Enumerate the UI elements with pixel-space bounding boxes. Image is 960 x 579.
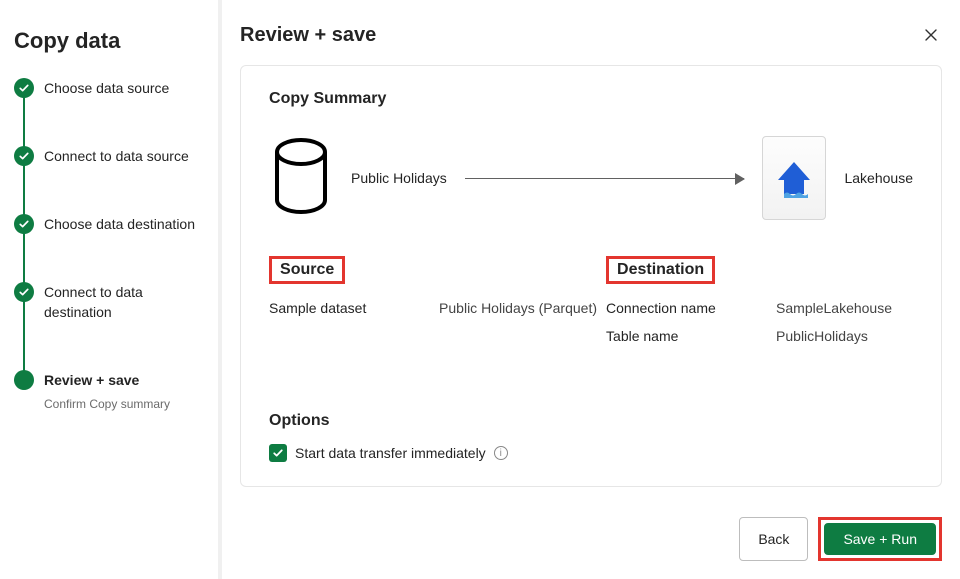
step-label: Connect to data destination: [44, 284, 143, 320]
page-title: Review + save: [240, 24, 376, 47]
wizard-steps: Choose data source Connect to data sourc…: [14, 78, 208, 414]
step-connect-data-source[interactable]: Connect to data source: [14, 146, 208, 214]
destination-row: Connection name SampleLakehouse: [606, 300, 913, 316]
step-label: Review + save Confirm Copy summary: [44, 372, 208, 414]
wizard-sidebar: Copy data Choose data source Connect to …: [0, 0, 222, 579]
checkmark-icon: [14, 78, 34, 98]
step-choose-data-destination[interactable]: Choose data destination: [14, 214, 208, 282]
summary-diagram: Public Holidays Lakehouse: [269, 136, 913, 220]
destination-heading: Destination: [606, 256, 715, 284]
back-button[interactable]: Back: [739, 517, 808, 561]
destination-key: Table name: [606, 328, 776, 344]
checkmark-icon: [14, 282, 34, 302]
step-label: Connect to data source: [44, 148, 189, 164]
current-step-icon: [14, 370, 34, 390]
summary-heading: Copy Summary: [269, 90, 913, 108]
panel-scroll[interactable]: Copy Summary Public Holidays Lakehouse: [240, 65, 942, 493]
wizard-title: Copy data: [14, 28, 208, 54]
step-review-save[interactable]: Review + save Confirm Copy summary: [14, 370, 208, 414]
database-icon: [269, 138, 333, 218]
source-key: Sample dataset: [269, 300, 439, 316]
destination-row: Table name PublicHolidays: [606, 328, 913, 344]
source-row: Sample dataset Public Holidays (Parquet): [269, 300, 576, 316]
source-value: Public Holidays (Parquet): [439, 300, 597, 316]
close-button[interactable]: [920, 24, 942, 46]
source-heading: Source: [269, 256, 345, 284]
footer: Back Save + Run: [240, 493, 942, 561]
summary-destination-label: Lakehouse: [844, 170, 913, 186]
start-transfer-label: Start data transfer immediately: [295, 445, 486, 461]
main-content: Review + save Copy Summary Public Holida…: [222, 0, 960, 579]
options-heading: Options: [269, 412, 913, 430]
copy-summary-panel: Copy Summary Public Holidays Lakehouse: [240, 65, 942, 487]
step-label: Choose data source: [44, 80, 169, 96]
step-connect-data-destination[interactable]: Connect to data destination: [14, 282, 208, 370]
destination-value: PublicHolidays: [776, 328, 868, 344]
arrow-icon: [465, 178, 745, 179]
step-label: Choose data destination: [44, 216, 195, 232]
start-transfer-checkbox[interactable]: [269, 444, 287, 462]
info-icon[interactable]: i: [494, 446, 508, 460]
checkmark-icon: [14, 214, 34, 234]
summary-source-label: Public Holidays: [351, 170, 447, 186]
source-column: Source Sample dataset Public Holidays (P…: [269, 256, 576, 356]
save-run-highlight: Save + Run: [818, 517, 942, 561]
destination-column: Destination Connection name SampleLakeho…: [606, 256, 913, 356]
lakehouse-icon: [762, 136, 826, 220]
destination-key: Connection name: [606, 300, 776, 316]
options-section: Options Start data transfer immediately …: [269, 412, 913, 462]
step-choose-data-source[interactable]: Choose data source: [14, 78, 208, 146]
checkmark-icon: [14, 146, 34, 166]
destination-value: SampleLakehouse: [776, 300, 892, 316]
step-sublabel: Confirm Copy summary: [44, 394, 208, 414]
save-run-button[interactable]: Save + Run: [824, 523, 936, 555]
